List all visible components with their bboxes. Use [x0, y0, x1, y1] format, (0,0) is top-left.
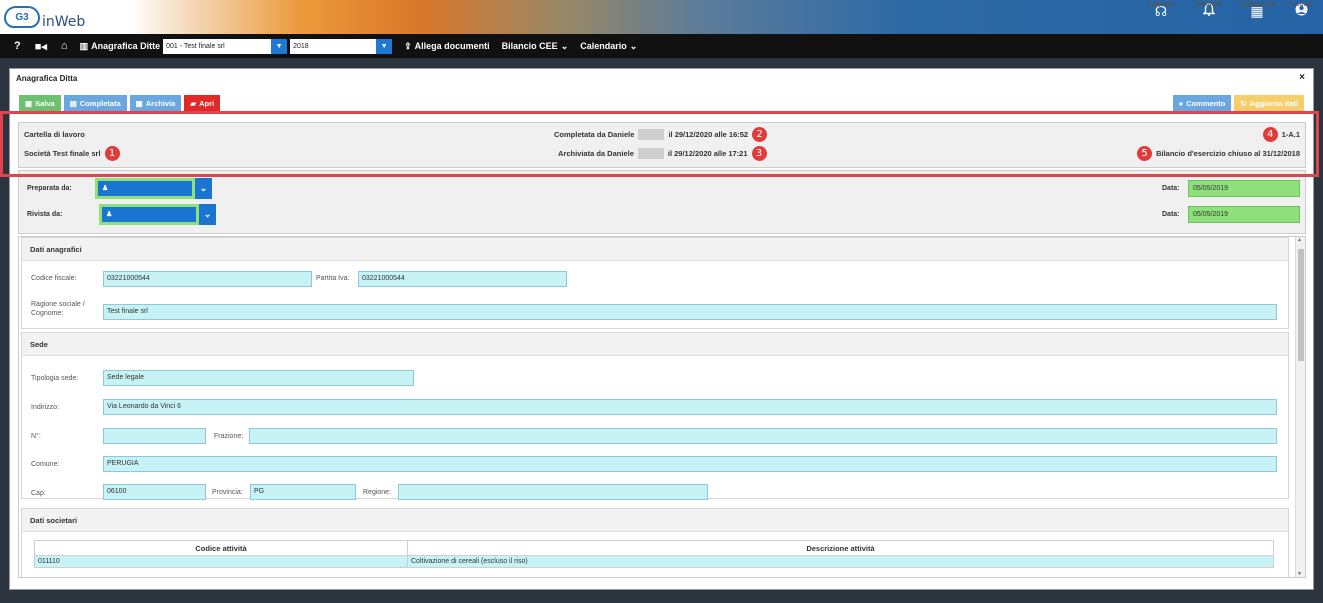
scrollbar-thumb[interactable] [1298, 249, 1304, 361]
section-dati-anagrafici: Dati anagrafici Codice fiscale: 03221000… [21, 237, 1289, 329]
home-icon[interactable]: ⌂ [61, 40, 68, 52]
open-button[interactable]: ▰ Apri [184, 95, 221, 112]
chevron-down-icon: ⌄ [199, 204, 216, 225]
app-name: inWeb [42, 14, 86, 30]
highlight-frame [0, 111, 1319, 177]
ragione-sociale-field[interactable]: Test finale srl [103, 304, 1277, 320]
numero-field[interactable] [103, 428, 206, 444]
applications-button[interactable]: ▦ Applicazioni [1235, 2, 1279, 20]
date-field-preparata[interactable]: 05/05/2019 [1188, 180, 1300, 197]
chevron-down-icon: ▼ [376, 38, 393, 54]
clipboard-check-icon: ▤ [69, 99, 77, 108]
top-icons: ☊ Supporto Notifiche ▦ Applicazioni Acco… [1139, 2, 1319, 20]
chevron-down-icon: ⌄ [629, 40, 638, 51]
form-scroll-area: ▲ ▼ Dati anagrafici Codice fiscale: 0322… [18, 236, 1306, 578]
floppy-icon: ▣ [25, 99, 33, 108]
video-icon[interactable]: ■◂ [35, 40, 47, 53]
app-logo[interactable]: G3 inWeb [4, 2, 85, 32]
main-navbar: ? ■◂ ⌂ ▥ Anagrafica Ditte 001 - Test fin… [0, 34, 1323, 58]
chevron-down-icon: ⌄ [560, 40, 569, 51]
preparata-select[interactable]: ♟ ⌄ [95, 178, 212, 199]
data-label: Data: [1162, 211, 1180, 218]
building-icon: ▥ [79, 40, 89, 51]
table-cell: 011110 [34, 555, 408, 568]
account-button[interactable]: Account [1283, 2, 1319, 20]
support-button[interactable]: ☊ Supporto [1139, 2, 1183, 20]
column-header[interactable]: Codice attività [34, 540, 408, 556]
top-header: G3 inWeb ☊ Supporto Notifiche ▦ Applicaz… [0, 0, 1323, 34]
user-icon: ♟ [102, 207, 196, 222]
table-cell: Coltivazione di cereali (escluso il riso… [407, 555, 1274, 568]
chevron-down-icon: ▼ [271, 38, 288, 54]
refresh-data-button[interactable]: ↻ Aggiorna dati [1234, 95, 1304, 112]
save-button[interactable]: ▣ Salva [19, 95, 61, 112]
action-toolbar-right: ● Commento ↻ Aggiorna dati [1172, 95, 1304, 112]
close-icon[interactable]: × [1299, 72, 1305, 83]
completata-button[interactable]: ▤ Completata [63, 95, 127, 112]
comune-field[interactable]: PERUGIA [103, 456, 1277, 472]
scroll-up-icon[interactable]: ▲ [1297, 237, 1302, 243]
scroll-down-icon[interactable]: ▼ [1297, 571, 1302, 577]
data-label: Data: [1162, 185, 1180, 192]
column-header[interactable]: Descrizione attività [407, 540, 1274, 556]
cap-field[interactable]: 06100 [103, 484, 206, 500]
archive-icon: ▦ [135, 99, 143, 108]
allega-documenti-link[interactable]: ⇪ Allega documenti [404, 41, 490, 52]
section-title: Sede [22, 333, 1288, 356]
action-toolbar: ▣ Salva ▤ Completata ▦ Archivia ▰ Apri [19, 95, 221, 112]
chevron-down-icon: ⌄ [195, 178, 212, 199]
calendario-menu[interactable]: Calendario ⌄ [580, 41, 637, 52]
vertical-scrollbar[interactable]: ▲ ▼ [1295, 237, 1305, 577]
section-title: Dati anagrafici [22, 238, 1288, 261]
notifications-button[interactable]: Notifiche [1187, 2, 1231, 20]
user-icon: ♟ [98, 181, 192, 196]
partita-iva-field[interactable]: 03221000544 [358, 271, 567, 287]
review-panel: Preparata da: ♟ ⌄ Rivista da: ♟ ⌄ Data: … [18, 170, 1306, 234]
folder-open-icon: ▰ [190, 99, 197, 108]
year-select[interactable]: 2018 ▼ [290, 38, 393, 54]
comment-icon: ● [1178, 99, 1184, 108]
rivista-label: Rivista da: [27, 211, 63, 218]
comment-button[interactable]: ● Commento [1172, 95, 1232, 112]
section-title: Dati societari [22, 509, 1288, 532]
provincia-field[interactable]: PG [250, 484, 356, 500]
anagrafica-ditte-menu[interactable]: ▥ Anagrafica Ditte [80, 41, 161, 52]
upload-icon: ⇪ [404, 40, 412, 51]
section-dati-societari: Dati societari Codice attività Descrizio… [21, 508, 1289, 577]
attivita-table: Codice attività Descrizione attività 011… [34, 540, 1274, 568]
table-row[interactable]: 011110 Coltivazione di cereali (escluso … [34, 555, 1274, 568]
desktop-background [0, 590, 1323, 603]
regione-field[interactable] [398, 484, 708, 500]
frazione-field[interactable] [249, 428, 1277, 444]
tipologia-sede-field[interactable]: Sede legale [103, 370, 414, 386]
refresh-icon: ↻ [1240, 99, 1247, 108]
bilancio-cee-menu[interactable]: Bilancio CEE ⌄ [502, 41, 569, 52]
archive-button[interactable]: ▦ Archivia [129, 95, 182, 112]
company-select[interactable]: 001 - Test finale srl ▼ [163, 38, 288, 54]
help-icon[interactable]: ? [14, 40, 21, 52]
date-field-rivista[interactable]: 05/05/2019 [1188, 206, 1300, 223]
indirizzo-field[interactable]: Via Leonardo da Vinci 6 [103, 399, 1277, 415]
preparata-label: Preparata da: [27, 185, 72, 192]
codice-fiscale-field[interactable]: 03221000544 [103, 271, 312, 287]
window-title: Anagrafica Ditta [16, 74, 78, 83]
cloud-logo-icon: G3 [4, 6, 40, 28]
section-sede: Sede Tipologia sede: Sede legale Indiriz… [21, 332, 1289, 500]
rivista-select[interactable]: ♟ ⌄ [99, 204, 216, 225]
